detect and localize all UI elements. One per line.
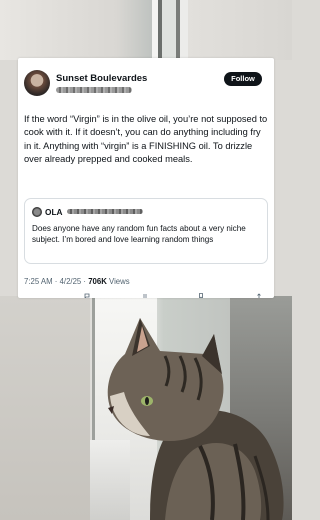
post-time: 7:25 AM [24, 277, 53, 286]
window-blinds [152, 0, 188, 60]
share-icon[interactable] [256, 293, 262, 298]
post-date: 4/2/25 [59, 277, 82, 286]
author-name[interactable]: Sunset Boulevardes [56, 73, 147, 84]
post-meta: 7:25 AM · 4/2/25 · 706K Views [24, 277, 130, 286]
author-avatar[interactable] [24, 70, 50, 96]
reply-icon[interactable] [84, 293, 90, 298]
quoted-author-name: OLA [45, 207, 63, 217]
background-photo-top [0, 0, 292, 60]
quoted-author-avatar [32, 207, 42, 217]
quoted-post[interactable]: OLA Does anyone have any random fun fact… [24, 198, 268, 264]
meta-separator: · [54, 277, 58, 286]
repost-icon[interactable] [142, 293, 148, 298]
action-bar [18, 291, 274, 298]
quoted-text: Does anyone have any random fun facts ab… [32, 224, 246, 244]
follow-button[interactable]: Follow [224, 72, 262, 86]
post-card[interactable]: Sunset Boulevardes Follow If the word “V… [18, 58, 274, 298]
author-handle-redacted [56, 87, 132, 93]
bookmark-icon[interactable] [198, 293, 204, 298]
post-text: If the word “Virgin” is in the olive oil… [24, 114, 268, 165]
quoted-handle-redacted [67, 209, 143, 214]
cat-image [107, 318, 284, 520]
views-count: 706K [88, 277, 107, 286]
meta-separator: · [83, 277, 87, 286]
views-label: Views [109, 277, 130, 286]
